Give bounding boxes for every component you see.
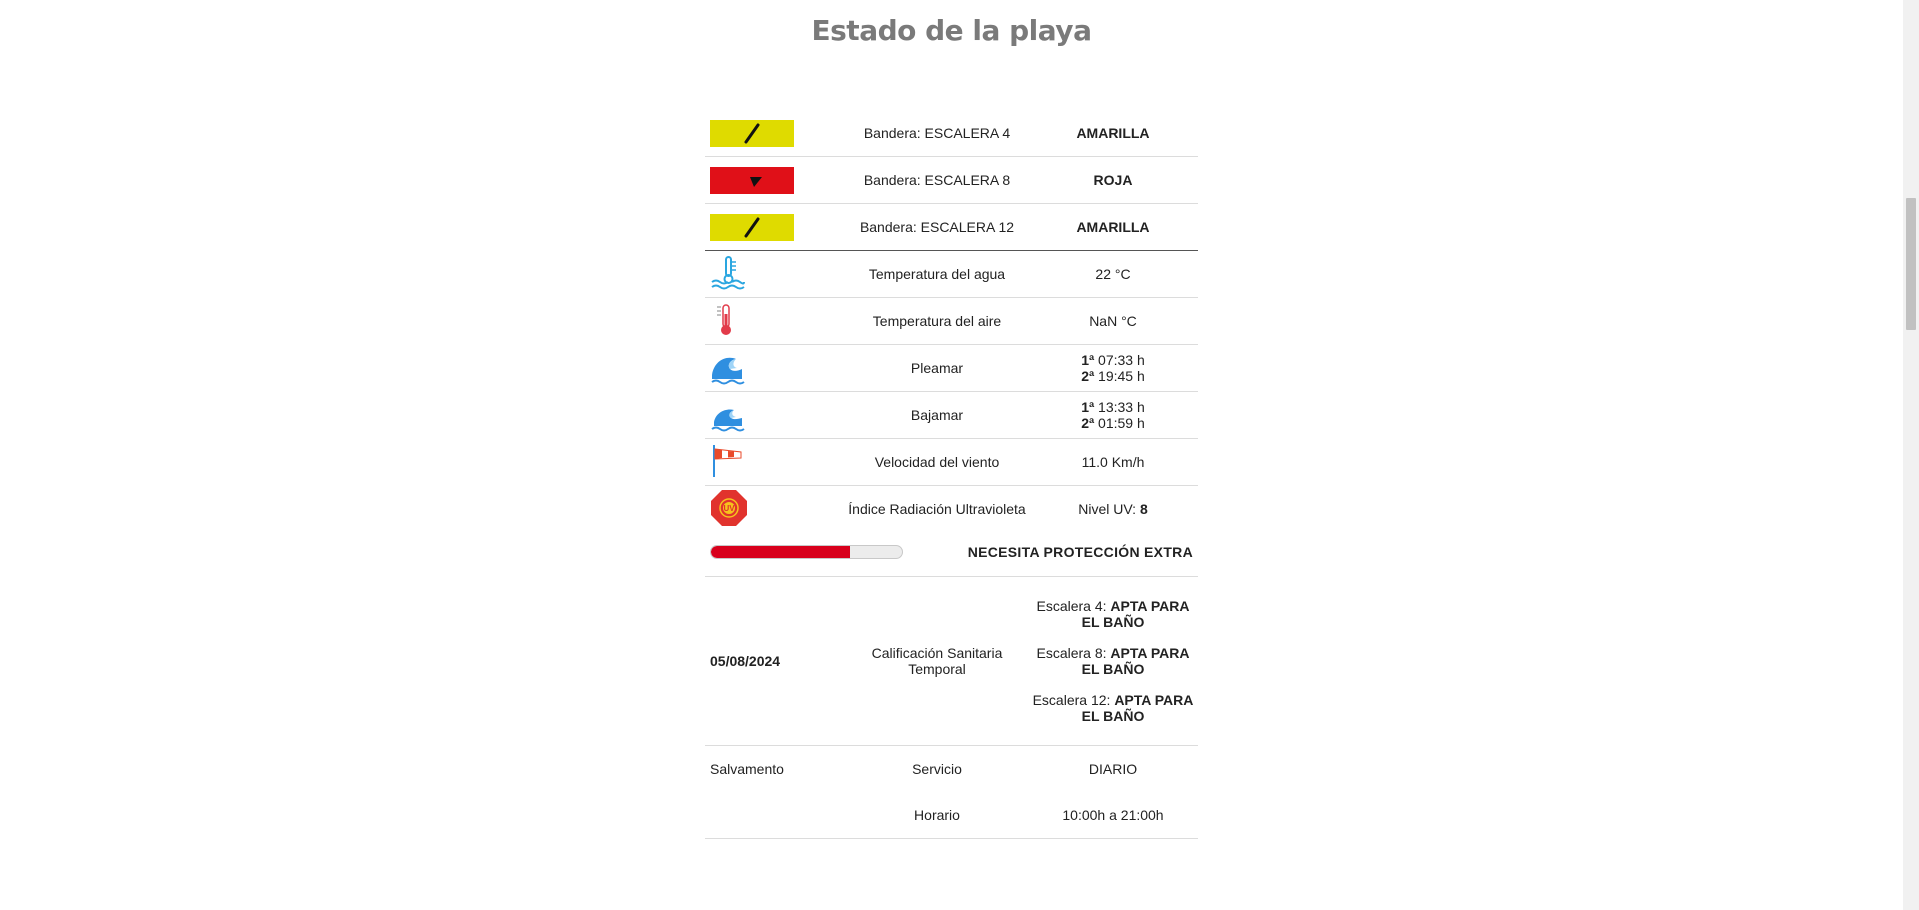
uv-level-bar-fill xyxy=(711,546,851,558)
air-temperature-value: NaN °C xyxy=(1089,313,1137,329)
uv-index-row: UV Índice Radiación Ultravioleta Nivel U… xyxy=(705,486,1198,532)
tide-ordinal: 1ª xyxy=(1081,399,1095,415)
sanitary-rating-row: 05/08/2024 Calificación Sanitaria Tempor… xyxy=(705,576,1198,746)
flag-row-escalera-4: Bandera: ESCALERA 4 AMARILLA xyxy=(705,110,1198,157)
flag-status: AMARILLA xyxy=(1076,219,1150,235)
uv-level: 8 xyxy=(1139,501,1148,517)
scrollbar-thumb[interactable] xyxy=(1906,198,1916,330)
uv-level-prefix: Nivel UV: xyxy=(1078,501,1140,517)
tide-ordinal: 1ª xyxy=(1081,352,1095,368)
uv-level-bar xyxy=(710,545,903,559)
sanitary-entry-prefix: Escalera 4: xyxy=(1036,598,1111,614)
flag-status: ROJA xyxy=(1093,172,1133,188)
tide-time: 13:33 h xyxy=(1094,399,1145,415)
wave-icon xyxy=(710,349,746,388)
uv-sun-icon: UV xyxy=(710,489,748,530)
flag-label: Bandera: ESCALERA 12 xyxy=(859,219,1015,235)
low-tide-times: 1ª 13:33 h 2ª 01:59 h xyxy=(1028,399,1198,431)
sanitary-entry-prefix: Escalera 12: xyxy=(1032,692,1115,708)
beach-status-table: Bandera: ESCALERA 4 AMARILLA Bandera: ES… xyxy=(705,110,1198,839)
lifeguard-hours-value: 10:00h a 21:00h xyxy=(1062,807,1164,823)
sanitary-label: Calificación Sanitaria Temporal xyxy=(871,645,1003,677)
tide-ordinal: 2ª xyxy=(1081,415,1095,431)
low-tide-row: Bajamar 1ª 13:33 h 2ª 01:59 h xyxy=(705,392,1198,439)
page-title: Estado de la playa xyxy=(811,14,1092,47)
flag-status: AMARILLA xyxy=(1076,125,1150,141)
tide-time: 19:45 h xyxy=(1094,368,1145,384)
air-temperature-row: Temperatura del aire NaN °C xyxy=(705,298,1198,345)
lifeguard-service-label: Servicio xyxy=(912,761,962,777)
lifeguard-service-row: Salvamento Servicio DIARIO xyxy=(705,746,1198,792)
uv-protection-message: NECESITA PROTECCIÓN EXTRA xyxy=(967,544,1193,560)
water-thermometer-icon xyxy=(710,255,746,294)
vertical-scrollbar[interactable] xyxy=(1903,0,1919,910)
water-temperature-row: Temperatura del agua 22 °C xyxy=(705,251,1198,298)
lifeguard-hours-label: Horario xyxy=(914,807,960,823)
high-tide-row: Pleamar 1ª 07:33 h 2ª 19:45 h xyxy=(705,345,1198,392)
high-tide-times: 1ª 07:33 h 2ª 19:45 h xyxy=(1028,352,1198,384)
flag-row-escalera-12: Bandera: ESCALERA 12 AMARILLA xyxy=(705,204,1198,251)
lifeguard-service-value: DIARIO xyxy=(1088,761,1138,777)
uv-protection-row: NECESITA PROTECCIÓN EXTRA xyxy=(705,532,1198,576)
high-tide-label: Pleamar xyxy=(910,360,964,376)
flag-row-escalera-8: Bandera: ESCALERA 8 ROJA xyxy=(705,157,1198,204)
tide-ordinal: 2ª xyxy=(1081,368,1095,384)
flag-label: Bandera: ESCALERA 4 xyxy=(863,125,1011,141)
lifeguard-title: Salvamento xyxy=(710,761,784,777)
water-temperature-value: 22 °C xyxy=(1095,266,1131,282)
low-wave-icon xyxy=(710,396,746,435)
red-flag-icon xyxy=(710,166,794,194)
water-temperature-label: Temperatura del agua xyxy=(868,266,1006,282)
wind-speed-label: Velocidad del viento xyxy=(874,454,1000,470)
flag-label: Bandera: ESCALERA 8 xyxy=(863,172,1011,188)
uv-index-label: Índice Radiación Ultravioleta xyxy=(848,501,1026,517)
wind-speed-row: Velocidad del viento 11.0 Km/h xyxy=(705,439,1198,486)
windsock-icon xyxy=(710,443,746,482)
tide-time: 01:59 h xyxy=(1094,415,1145,431)
svg-text:UV: UV xyxy=(723,504,735,513)
sanitary-date: 05/08/2024 xyxy=(710,653,781,669)
yellow-flag-icon xyxy=(710,213,794,241)
wind-speed-value: 11.0 Km/h xyxy=(1081,454,1145,470)
sanitary-entry-prefix: Escalera 8: xyxy=(1036,645,1111,661)
lifeguard-hours-row: Horario 10:00h a 21:00h xyxy=(705,792,1198,839)
uv-index-value: Nivel UV: 8 xyxy=(1028,501,1198,517)
sanitary-entries: Escalera 4: APTA PARA EL BAÑO Escalera 8… xyxy=(1028,598,1198,724)
yellow-flag-icon xyxy=(710,119,794,147)
tide-time: 07:33 h xyxy=(1094,352,1145,368)
air-temperature-label: Temperatura del aire xyxy=(872,313,1002,329)
thermometer-icon xyxy=(710,302,746,341)
low-tide-label: Bajamar xyxy=(910,407,964,423)
